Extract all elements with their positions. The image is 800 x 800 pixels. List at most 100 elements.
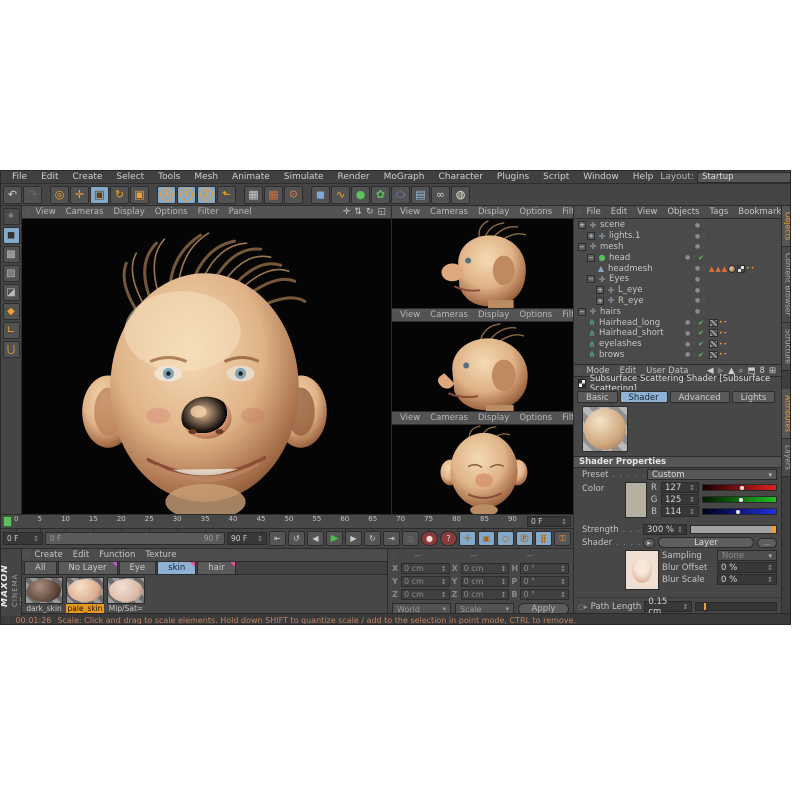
mat-menu-create[interactable]: Create bbox=[29, 550, 67, 560]
vp-menu-cameras[interactable]: Cameras bbox=[425, 413, 473, 423]
scale-tool-button[interactable]: ▣ bbox=[90, 186, 109, 204]
previous-frame-button[interactable]: ◀ bbox=[307, 531, 324, 546]
pos-x-field[interactable]: 0 cm↕ bbox=[401, 563, 450, 574]
expander-icon[interactable]: + bbox=[596, 297, 604, 305]
move-tool-button[interactable]: ✛ bbox=[70, 186, 89, 204]
add-hypernurbs-button[interactable]: ● bbox=[351, 186, 370, 204]
render-view-button[interactable]: ▦ bbox=[244, 186, 263, 204]
mat-menu-texture[interactable]: Texture bbox=[140, 550, 181, 560]
menu-animate[interactable]: Animate bbox=[225, 172, 277, 182]
vp-zoom-icon[interactable]: ⇅ bbox=[352, 207, 364, 217]
vp-rotate-icon[interactable]: ↻ bbox=[364, 207, 376, 217]
add-spline-button[interactable]: ∿ bbox=[331, 186, 350, 204]
last-tool-button[interactable]: ▣ bbox=[130, 186, 149, 204]
vp-menu-view[interactable]: View bbox=[395, 413, 425, 423]
add-light-button[interactable]: ◍ bbox=[451, 186, 470, 204]
channel-b-field[interactable]: 114↕ bbox=[661, 506, 699, 517]
sampling-dropdown[interactable]: None▾ bbox=[717, 550, 777, 561]
vertex-tag-icon[interactable]: •• bbox=[719, 319, 728, 326]
lock-y-axis-button[interactable]: Y bbox=[177, 186, 196, 204]
vp-menu-options[interactable]: Options bbox=[514, 207, 557, 217]
menu-create[interactable]: Create bbox=[66, 172, 110, 182]
tree-item-scene[interactable]: + ✛ scene ●∶ bbox=[574, 220, 781, 231]
autokey-button[interactable]: ⚿ bbox=[554, 531, 571, 546]
hair-material-tag-icon[interactable] bbox=[709, 319, 718, 327]
blur-offset-field[interactable]: 0 %↕ bbox=[717, 562, 777, 573]
tree-item-hairhead-short[interactable]: ⋔ Hairhead_short ●∶✔ •• bbox=[574, 328, 781, 339]
menu-file[interactable]: File bbox=[5, 172, 34, 182]
channel-b-slider[interactable] bbox=[702, 508, 777, 515]
shader-more-button[interactable]: ... bbox=[757, 538, 777, 548]
tree-item-head[interactable]: − ● head ●∶✔ bbox=[574, 252, 781, 263]
key-pla-button[interactable]: ⣿ bbox=[535, 531, 552, 546]
lock-z-axis-button[interactable]: Z bbox=[197, 186, 216, 204]
start-frame-field[interactable]: 0 F↕ bbox=[3, 532, 43, 545]
axis-mode-button[interactable]: ∟ bbox=[3, 322, 20, 339]
menu-simulate[interactable]: Simulate bbox=[277, 172, 331, 182]
tab-skin[interactable]: skin bbox=[157, 561, 196, 574]
om-menu-edit[interactable]: Edit bbox=[606, 207, 632, 217]
sound-button[interactable]: ◎ bbox=[402, 531, 419, 546]
menu-character[interactable]: Character bbox=[431, 172, 489, 182]
menu-edit[interactable]: Edit bbox=[34, 172, 65, 182]
side-tab-structure[interactable]: Structure bbox=[782, 323, 792, 371]
layout-dropdown[interactable]: Startup▾ bbox=[697, 172, 791, 183]
play-button[interactable]: ▶ bbox=[326, 531, 343, 546]
path-length-slider[interactable] bbox=[695, 602, 777, 611]
undo-button[interactable]: ↶ bbox=[3, 186, 22, 204]
size-x-field[interactable]: 0 cm↕ bbox=[461, 563, 510, 574]
tab-no-layer[interactable]: No Layer bbox=[58, 561, 118, 574]
vp-menu-options[interactable]: Options bbox=[150, 207, 193, 217]
key-rotation-button[interactable]: ○ bbox=[497, 531, 514, 546]
material-preview[interactable] bbox=[25, 577, 63, 604]
viewport-bottom[interactable]: View Cameras Display Options Filter Pan bbox=[392, 412, 573, 514]
viewport-top[interactable]: View Cameras Display Options Filter Pan bbox=[392, 206, 573, 309]
channel-g-slider[interactable] bbox=[702, 496, 777, 503]
tab-lights[interactable]: Lights bbox=[732, 391, 776, 403]
goto-end-button[interactable]: ⇥ bbox=[383, 531, 400, 546]
tree-item-eyes[interactable]: − ✛ Eyes ●∶ bbox=[574, 274, 781, 285]
vp-menu-cameras[interactable]: Cameras bbox=[425, 310, 473, 320]
tree-item-mesh[interactable]: − ✛ mesh ●∶ bbox=[574, 242, 781, 253]
help-button[interactable]: ? bbox=[440, 531, 457, 546]
expander-icon[interactable]: + bbox=[596, 286, 604, 294]
size-y-field[interactable]: 0 cm↕ bbox=[461, 576, 510, 587]
coordinate-system-button[interactable]: ⬑ bbox=[217, 186, 236, 204]
vertex-tag-icon[interactable]: •• bbox=[719, 341, 728, 348]
vertex-tag-icon[interactable]: •• bbox=[719, 351, 728, 358]
tree-item-hairhead-long[interactable]: ⋔ Hairhead_long ●∶✔ •• bbox=[574, 317, 781, 328]
shader-properties-header[interactable]: Shader Properties bbox=[574, 456, 781, 468]
viewport-middle[interactable]: View Cameras Display Options Filter Pan bbox=[392, 309, 573, 412]
tab-shader[interactable]: Shader bbox=[620, 391, 668, 403]
color-swatch[interactable] bbox=[625, 482, 647, 518]
tab-basic[interactable]: Basic bbox=[577, 391, 618, 403]
rot-b-field[interactable]: 0 °↕ bbox=[520, 589, 569, 600]
tree-item-brows[interactable]: ⋔ brows ●∶✔ •• bbox=[574, 350, 781, 361]
channel-g-field[interactable]: 125↕ bbox=[661, 494, 699, 505]
tree-item-r-eye[interactable]: + ✛ R_eye ●∶ bbox=[574, 296, 781, 307]
expander-icon[interactable]: − bbox=[587, 275, 595, 283]
vp-menu-panel[interactable]: Panel bbox=[224, 207, 257, 217]
panel-grip-icon[interactable]: ∷ bbox=[392, 552, 396, 560]
timeline-current-marker[interactable] bbox=[3, 516, 12, 527]
tree-item-lights[interactable]: + ✛ lights.1 ●∶ bbox=[574, 231, 781, 242]
end-frame-field[interactable]: 90 F↕ bbox=[227, 532, 267, 545]
om-menu-tags[interactable]: Tags bbox=[704, 207, 733, 217]
key-parameter-button[interactable]: Ⓟ bbox=[516, 531, 533, 546]
key-circle-icon[interactable]: ○▸ bbox=[578, 603, 588, 611]
texture-mode-button[interactable]: ▩ bbox=[3, 246, 20, 263]
size-z-field[interactable]: 0 cm↕ bbox=[461, 589, 510, 600]
vp-menu-options[interactable]: Options bbox=[514, 413, 557, 423]
lock-x-axis-button[interactable]: X bbox=[157, 186, 176, 204]
mat-menu-edit[interactable]: Edit bbox=[68, 550, 94, 560]
tab-all[interactable]: All bbox=[24, 561, 57, 574]
preset-dropdown[interactable]: Custom▾ bbox=[647, 469, 777, 480]
vp-menu-display[interactable]: Display bbox=[473, 310, 514, 320]
material-preview[interactable] bbox=[66, 577, 104, 604]
strength-slider[interactable] bbox=[690, 525, 777, 534]
menu-mesh[interactable]: Mesh bbox=[187, 172, 225, 182]
tab-hair[interactable]: hair bbox=[197, 561, 235, 574]
point-mode-button[interactable]: ▨ bbox=[3, 265, 20, 282]
vp-menu-filter[interactable]: Filter bbox=[557, 207, 573, 217]
play-backwards-button[interactable]: ↺ bbox=[288, 531, 305, 546]
